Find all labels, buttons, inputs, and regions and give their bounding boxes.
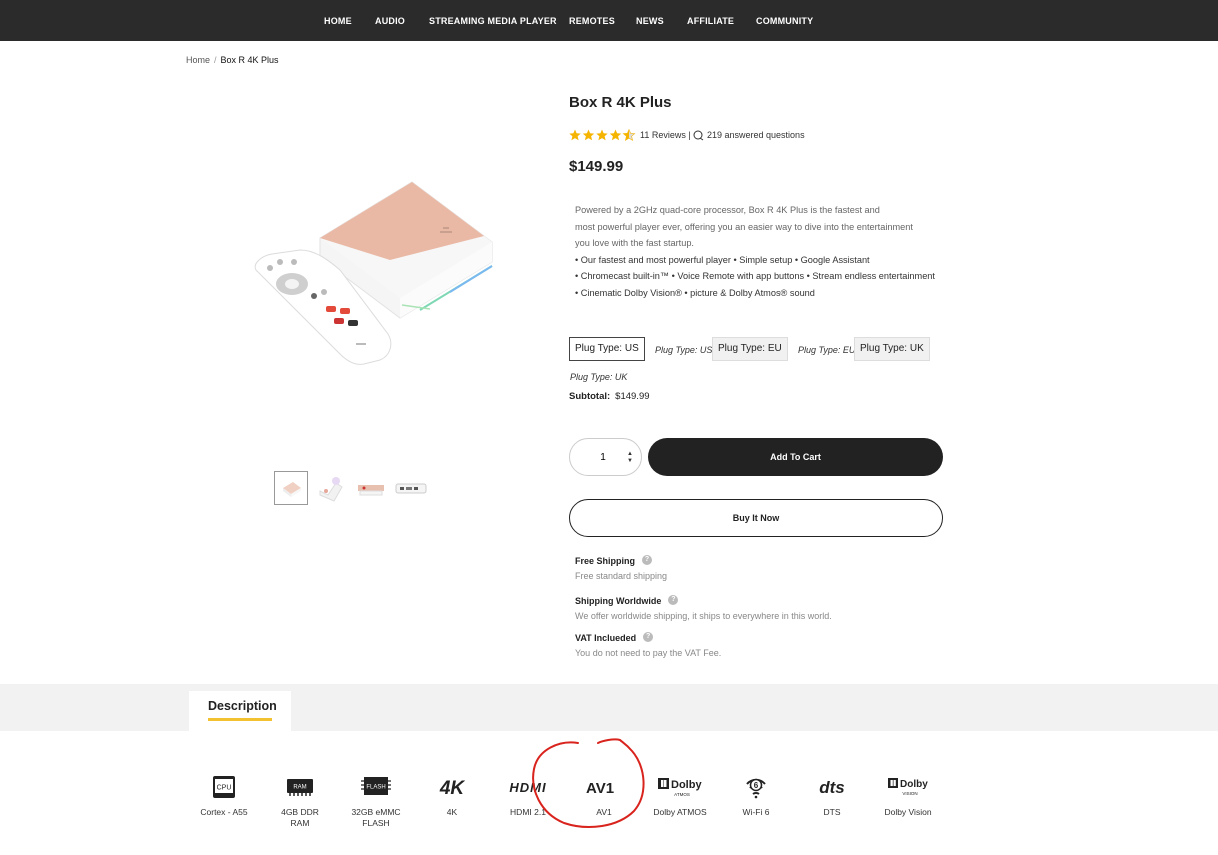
tab-active-indicator <box>208 718 272 721</box>
plug-option-us[interactable]: Plug Type: US <box>569 337 645 361</box>
breadcrumb-current: Box R 4K Plus <box>220 55 279 65</box>
thumbnail-4[interactable] <box>394 471 428 505</box>
add-to-cart-button[interactable]: Add To Cart <box>648 438 943 476</box>
svg-text:RAM: RAM <box>293 785 306 791</box>
tab-description[interactable]: Description <box>189 691 291 731</box>
increment-arrow-icon[interactable]: ▲ <box>627 451 635 458</box>
svg-text:ATMOS: ATMOS <box>674 792 690 797</box>
info-title: VAT Inclueded <box>575 633 637 643</box>
product-photo <box>254 181 493 365</box>
feature-cpu: CPU Cortex - A55 <box>186 774 262 818</box>
svg-text:dts: dts <box>819 778 845 797</box>
thumbnail-2[interactable] <box>314 471 348 505</box>
feature-ram: RAM 4GB DDR RAM <box>262 774 338 829</box>
info-vat-included: VAT Inclueded? You do not need to pay th… <box>575 632 722 658</box>
subtotal-value: $149.99 <box>615 391 650 402</box>
feature-flash: FLASH 32GB eMMC FLASH <box>338 774 414 829</box>
feature-4k: 4K 4K <box>414 774 490 818</box>
buy-it-now-button[interactable]: Buy It Now <box>569 499 943 537</box>
description-line: Powered by a 2GHz quad-core processor, B… <box>575 205 880 215</box>
feature-label: 4GB DDR RAM <box>281 807 319 828</box>
info-free-shipping: Free Shipping? Free standard shipping <box>575 555 668 581</box>
feature-dts: dts DTS <box>794 774 870 818</box>
feature-label: 32GB eMMC FLASH <box>351 807 401 828</box>
info-text: We offer worldwide shipping, it ships to… <box>575 611 832 621</box>
plug-option-uk[interactable]: Plug Type: UK <box>854 337 930 361</box>
info-text: You do not need to pay the VAT Fee. <box>575 648 722 658</box>
svg-text:CPU: CPU <box>217 785 232 792</box>
feature-label: DTS <box>823 807 841 817</box>
red-circle-annotation <box>532 738 645 828</box>
plug-option-note: Plug Type: EU <box>798 345 856 355</box>
feature-bullet: • Chromecast built-in™ • Voice Remote wi… <box>575 271 935 282</box>
nav-news[interactable]: NEWS <box>636 16 664 26</box>
svg-text:FLASH: FLASH <box>366 785 385 791</box>
nav-affiliate[interactable]: AFFILIATE <box>687 16 734 26</box>
help-icon[interactable]: ? <box>642 555 653 565</box>
feature-label: Cortex - A55 <box>200 807 248 817</box>
feature-label: Dolby ATMOS <box>653 807 707 817</box>
plug-option-note: Plug Type: UK <box>570 372 628 382</box>
svg-text:VISION: VISION <box>902 791 917 796</box>
help-icon[interactable]: ? <box>643 632 654 642</box>
dolby-vision-icon: DolbyVISION <box>888 778 928 796</box>
feature-label: 4K <box>446 807 458 817</box>
cpu-icon: CPU <box>213 776 235 798</box>
product-title: Box R 4K Plus <box>569 94 672 111</box>
description-line: you love with the fast startup. <box>575 238 694 249</box>
description-line: most powerful player ever, offering you … <box>575 221 913 232</box>
wifi6-icon: 6 <box>746 778 766 799</box>
feature-wifi6: 6 Wi-Fi 6 <box>718 774 794 818</box>
plug-option-eu[interactable]: Plug Type: EU <box>712 337 788 361</box>
info-title: Free Shipping <box>575 556 636 566</box>
svg-text:Dolby: Dolby <box>900 779 928 790</box>
info-title: Shipping Worldwide <box>575 596 662 606</box>
svg-text:Dolby: Dolby <box>671 779 702 791</box>
breadcrumb-separator: / <box>214 55 217 65</box>
info-text: Free standard shipping <box>575 571 668 581</box>
decrement-arrow-icon[interactable]: ▼ <box>627 458 635 465</box>
feature-label: Wi-Fi 6 <box>742 807 770 817</box>
subtotal: Subtotal: $149.99 <box>569 391 650 402</box>
quantity-input[interactable] <box>588 449 618 465</box>
plug-option-note: Plug Type: US <box>655 345 713 355</box>
tab-description-label: Description <box>208 699 277 713</box>
dts-icon: dts <box>819 778 845 797</box>
feature-dolby-vision: Dolby VISION Dolby Vision <box>870 774 946 818</box>
feature-dolby-atmos: Dolby ATMOS Dolby ATMOS <box>642 774 718 818</box>
star-rating-icon <box>569 129 636 141</box>
product-main-image[interactable] <box>240 170 510 380</box>
nav-remotes[interactable]: REMOTES <box>569 16 615 26</box>
top-navigation: HOME AUDIO STREAMING MEDIA PLAYER REMOTE… <box>0 0 1218 41</box>
4k-icon: 4K <box>439 778 466 798</box>
tabs-bar <box>0 684 1218 731</box>
quantity-stepper: ▲ ▼ <box>569 438 642 476</box>
thumbnail-1[interactable] <box>274 471 308 505</box>
svg-text:6: 6 <box>754 781 759 790</box>
feature-label: Dolby Vision <box>884 807 932 817</box>
help-icon[interactable]: ? <box>668 595 679 605</box>
breadcrumb-home[interactable]: Home <box>186 55 210 65</box>
ram-icon: RAM <box>287 779 313 796</box>
dolby-atmos-icon: DolbyATMOS <box>658 778 702 797</box>
product-price: $149.99 <box>569 158 624 175</box>
svg-text:4K: 4K <box>439 778 466 798</box>
flash-icon: FLASH <box>361 777 391 795</box>
product-short-description: Powered by a 2GHz quad-core processor, B… <box>575 202 955 302</box>
nav-home[interactable]: HOME <box>324 16 352 26</box>
info-shipping-worldwide: Shipping Worldwide? We offer worldwide s… <box>575 595 832 621</box>
nav-streaming-media-player[interactable]: STREAMING MEDIA PLAYER <box>429 16 557 26</box>
reviews-link[interactable]: 11 Reviews | <box>640 130 691 140</box>
answered-questions-link[interactable]: 219 answered questions <box>707 130 805 140</box>
chat-bubble-icon <box>693 130 704 141</box>
subtotal-label: Subtotal: <box>569 391 611 402</box>
nav-audio[interactable]: AUDIO <box>375 16 405 26</box>
breadcrumb: Home / Box R 4K Plus <box>186 55 279 65</box>
feature-bullet: • Cinematic Dolby Vision® • picture & Do… <box>575 287 815 298</box>
feature-bullet: • Our fastest and most powerful player •… <box>575 254 870 265</box>
nav-community[interactable]: COMMUNITY <box>756 16 813 26</box>
thumbnail-3[interactable] <box>354 471 388 505</box>
